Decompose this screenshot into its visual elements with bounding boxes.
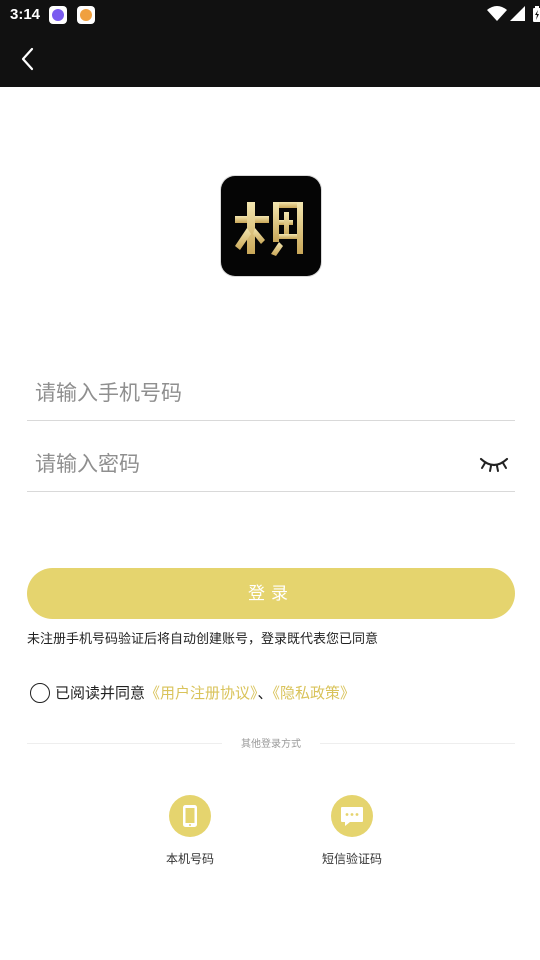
back-button[interactable]: [8, 39, 48, 79]
chat-bubble-icon: [341, 807, 363, 826]
local-number-label: 本机号码: [165, 852, 214, 866]
cellular-signal-icon: [510, 6, 525, 21]
local-number-icon-circle: [169, 795, 211, 837]
agreement-prefix: 已阅读并同意: [55, 684, 146, 702]
agreement-checkbox[interactable]: [30, 683, 50, 703]
password-visibility-toggle[interactable]: [479, 455, 509, 473]
agreement-text: 已阅读并同意《用户注册协议》、《隐私政策》: [55, 682, 355, 704]
other-login-title: 其他登录方式: [241, 739, 301, 750]
local-number-login-button[interactable]: 本机号码: [140, 795, 240, 870]
divider-left: [27, 743, 222, 744]
login-button[interactable]: 登录: [27, 568, 515, 619]
password-field: [27, 437, 515, 492]
app-notification-purple-icon: [49, 6, 67, 24]
wifi-icon: [487, 6, 507, 21]
status-bar: 3:14: [0, 0, 540, 31]
nav-bar: [0, 31, 540, 87]
mobile-phone-icon: [183, 805, 197, 827]
sms-code-label: 短信验证码: [321, 852, 382, 866]
agreement-separator: 、: [257, 684, 273, 702]
eye-closed-icon: [479, 457, 509, 472]
app-notification-orange-icon: [77, 6, 95, 24]
phone-field: [27, 366, 515, 421]
phone-input[interactable]: [27, 366, 475, 420]
app-logo: [221, 176, 321, 276]
status-time: 3:14: [10, 6, 41, 23]
chevron-left-icon: [21, 47, 34, 71]
status-icons: [487, 6, 540, 22]
registration-notice: 未注册手机号码验证后将自动创建账号，登录既代表您已同意: [27, 632, 379, 647]
divider-right: [320, 743, 515, 744]
privacy-policy-link[interactable]: 《隐私政策》: [273, 684, 356, 702]
sms-code-login-button[interactable]: 短信验证码: [302, 795, 402, 870]
user-agreement-link[interactable]: 《用户注册协议》: [145, 684, 258, 702]
sms-code-icon-circle: [331, 795, 373, 837]
battery-charging-icon: [533, 6, 540, 22]
app-logo-icon: [235, 202, 303, 256]
password-input[interactable]: [27, 437, 475, 491]
